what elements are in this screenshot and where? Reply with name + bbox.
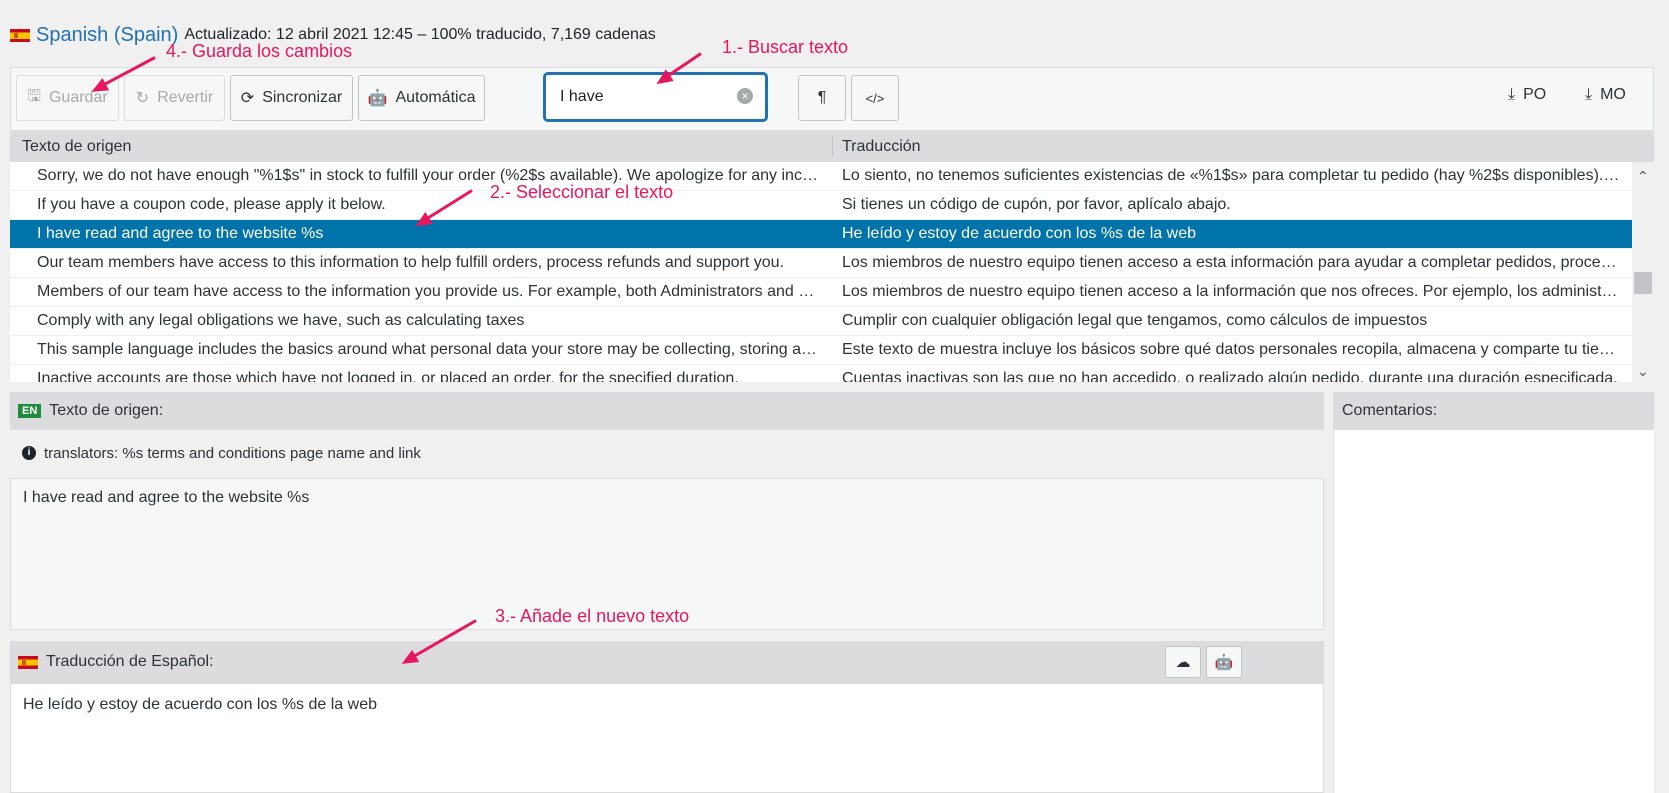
row-source: If you have a coupon code, please apply …: [37, 196, 386, 213]
download-icon: ⤓: [1508, 86, 1516, 103]
code-icon: </>: [865, 90, 885, 106]
row-source: Comply with any legal obligations we hav…: [37, 312, 525, 329]
annotation-step1: 1.- Buscar texto: [722, 37, 849, 57]
row-translation: Cuentas inactivas son las que no han acc…: [842, 370, 1618, 382]
annotation-step2: 2.- Seleccionar el texto: [490, 182, 674, 202]
download-po-button[interactable]: ⤓ PO: [1508, 86, 1546, 104]
scrollbar-thumb[interactable]: [1634, 272, 1652, 294]
language-title[interactable]: Spanish (Spain): [36, 24, 178, 47]
table-row[interactable]: Comply with any legal obligations we hav…: [10, 307, 1632, 336]
annotation-step3: 3.- Añade el nuevo texto: [495, 606, 690, 626]
download-icon: ⤓: [1585, 86, 1593, 103]
info-icon: i: [22, 446, 36, 460]
search-input[interactable]: [558, 87, 733, 107]
table-row[interactable]: If you have a coupon code, please apply …: [10, 191, 1632, 220]
row-source: Our team members have access to this inf…: [37, 254, 785, 271]
row-translation: Lo siento, no tenemos suficientes existe…: [842, 167, 1632, 184]
toggle-code-button[interactable]: </>: [851, 75, 899, 121]
source-pane-header: EN Texto de origen:: [10, 392, 1324, 430]
robot-icon: 🤖: [367, 90, 388, 107]
download-mo-button[interactable]: ⤓ MO: [1585, 86, 1626, 104]
annotation-step4: 4.- Guarda los cambios: [166, 41, 353, 61]
save-icon: 🖫: [27, 87, 41, 105]
chevron-down-icon[interactable]: ⌄: [1637, 363, 1649, 380]
row-source: Members of our team have access to the i…: [37, 283, 832, 300]
editor-toolbar: 🖫 Guardar ↻ Revertir ⟳ Sincronizar 🤖 Aut…: [10, 67, 1654, 130]
row-translation: Los miembros de nuestro equipo tienen ac…: [842, 254, 1632, 271]
column-source[interactable]: Texto de origen: [22, 138, 131, 156]
column-translation[interactable]: Traducción: [842, 138, 921, 156]
row-source: This sample language includes the basics…: [37, 341, 832, 358]
translator-note: i translators: %s terms and conditions p…: [10, 430, 1324, 476]
row-translation: Los miembros de nuestro equipo tienen ac…: [842, 283, 1632, 300]
comments-header: Comentarios:: [1334, 392, 1654, 430]
sync-label: Sincronizar: [262, 89, 343, 106]
table-row[interactable]: This sample language includes the basics…: [10, 336, 1632, 365]
cloud-suggest-button[interactable]: ☁: [1165, 646, 1201, 678]
list-scrollbar[interactable]: ⌃ ⌄: [1632, 162, 1654, 382]
column-divider[interactable]: [832, 136, 833, 156]
strings-list: Sorry, we do not have enough "%1$s" in s…: [10, 162, 1632, 382]
translation-editor[interactable]: He leído y estoy de acuerdo con los %s d…: [10, 683, 1324, 793]
cloud-icon: ☁: [1175, 654, 1191, 671]
source-pane-title: Texto de origen:: [49, 402, 164, 419]
comments-title: Comentarios:: [1342, 402, 1438, 419]
row-source: Sorry, we do not have enough "%1$s" in s…: [37, 167, 832, 184]
pilcrow-icon: ¶: [817, 89, 827, 106]
auto-label: Automática: [395, 89, 476, 106]
table-row[interactable]: Sorry, we do not have enough "%1$s" in s…: [10, 162, 1632, 191]
spain-flag-icon: [10, 28, 30, 42]
row-translation: Este texto de muestra incluye los básico…: [842, 341, 1630, 358]
lang-badge: EN: [18, 404, 42, 418]
source-pane: EN Texto de origen: i translators: %s te…: [10, 392, 1324, 637]
download-po-label: PO: [1523, 86, 1547, 103]
auto-translate-button[interactable]: 🤖 Automática: [358, 75, 485, 121]
revert-icon: ↻: [135, 90, 150, 107]
row-translation: He leído y estoy de acuerdo con los %s d…: [842, 225, 1196, 242]
robot-icon: 🤖: [1214, 654, 1234, 671]
revert-button[interactable]: ↻ Revertir: [124, 75, 225, 121]
grid-header: Texto de origen Traducción: [10, 130, 1654, 162]
sync-icon: ⟳: [240, 90, 255, 107]
comments-pane: Comentarios:: [1333, 392, 1654, 793]
row-source: Inactive accounts are those which have n…: [37, 370, 739, 382]
chevron-up-icon[interactable]: ⌃: [1637, 168, 1649, 185]
translator-note-text: translators: %s terms and conditions pag…: [44, 444, 421, 462]
clear-search-icon[interactable]: ×: [737, 88, 753, 104]
table-row-selected[interactable]: I have read and agree to the website %s …: [10, 220, 1632, 249]
table-row[interactable]: Our team members have access to this inf…: [10, 249, 1632, 278]
table-row[interactable]: Members of our team have access to the i…: [10, 278, 1632, 307]
revert-label: Revertir: [157, 89, 214, 106]
auto-translate-string-button[interactable]: 🤖: [1206, 646, 1242, 678]
row-translation: Si tienes un código de cupón, por favor,…: [842, 196, 1231, 213]
translation-pane: Traducción de Español: ☁ 🤖 He leído y es…: [10, 641, 1324, 793]
row-translation: Cumplir con cualquier obligación legal q…: [842, 312, 1428, 329]
table-row[interactable]: Inactive accounts are those which have n…: [10, 365, 1632, 382]
toggle-invisibles-button[interactable]: ¶: [798, 75, 846, 121]
download-mo-label: MO: [1600, 86, 1626, 103]
translation-pane-title: Traducción de Español:: [46, 653, 214, 670]
spain-flag-icon: [18, 655, 38, 669]
sync-button[interactable]: ⟳ Sincronizar: [230, 75, 353, 121]
translation-pane-header: Traducción de Español: ☁ 🤖: [10, 641, 1324, 683]
